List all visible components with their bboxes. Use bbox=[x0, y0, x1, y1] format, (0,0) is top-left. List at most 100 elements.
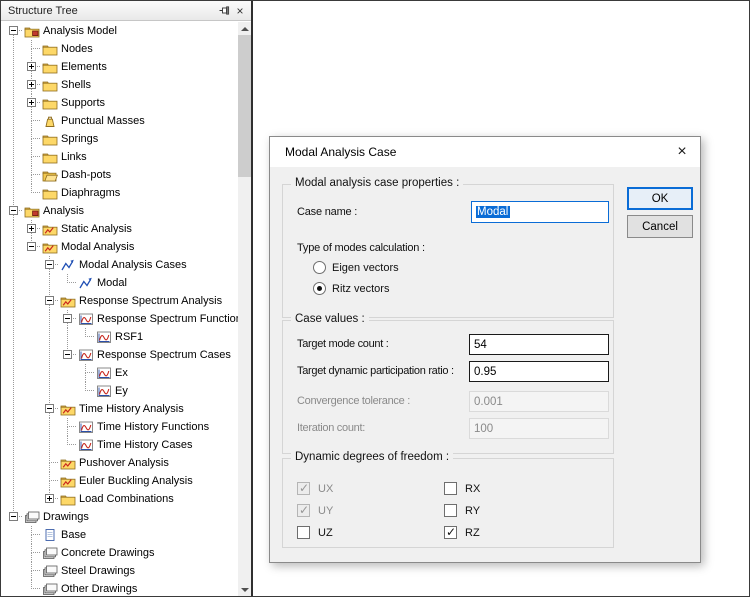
tree-item-label[interactable]: Nodes bbox=[59, 40, 96, 58]
tree-item-label[interactable]: Response Spectrum Analysis bbox=[77, 292, 225, 310]
tree-item-analysis[interactable]: Analysis bbox=[1, 202, 238, 220]
checkbox-ry[interactable]: RY bbox=[444, 504, 480, 517]
tree-item-other-drawings[interactable]: Other Drawings bbox=[1, 580, 238, 596]
tree-item-ey[interactable]: Ey bbox=[1, 382, 238, 400]
tree-item-load-combinations[interactable]: Load Combinations bbox=[1, 490, 238, 508]
tree-item-punctual-masses[interactable]: Punctual Masses bbox=[1, 112, 238, 130]
tree-item-label[interactable]: Dash-pots bbox=[59, 166, 114, 184]
dialog-close-button[interactable]: × bbox=[664, 137, 700, 167]
tree-item-time-history-cases[interactable]: Time History Cases bbox=[1, 436, 238, 454]
tree-expander-plus[interactable] bbox=[23, 76, 41, 94]
pin-icon[interactable] bbox=[216, 3, 232, 18]
tree-item-label[interactable]: Diaphragms bbox=[59, 184, 123, 202]
tree-item-label[interactable]: Steel Drawings bbox=[59, 562, 138, 580]
tree-item-label[interactable]: Elements bbox=[59, 58, 110, 76]
input-target-mode-count[interactable]: 54 bbox=[469, 334, 609, 355]
tree-expander-minus[interactable] bbox=[5, 202, 23, 220]
radio-eigen-vectors[interactable]: Eigen vectors bbox=[313, 261, 399, 274]
tree-item-supports[interactable]: Supports bbox=[1, 94, 238, 112]
checkbox-box[interactable] bbox=[444, 482, 457, 495]
tree-item-rsf1[interactable]: RSF1 bbox=[1, 328, 238, 346]
tree-item-springs[interactable]: Springs bbox=[1, 130, 238, 148]
tree-item-label[interactable]: Time History Functions bbox=[95, 418, 212, 436]
tree-item-analysis-model[interactable]: Analysis Model bbox=[1, 22, 238, 40]
input-target-dynamic-participation-ratio[interactable]: 0.95 bbox=[469, 361, 609, 382]
dialog-titlebar[interactable]: Modal Analysis Case × bbox=[270, 137, 700, 167]
tree-item-drawings[interactable]: Drawings bbox=[1, 508, 238, 526]
tree-expander-plus[interactable] bbox=[23, 58, 41, 76]
tree-item-links[interactable]: Links bbox=[1, 148, 238, 166]
tree-item-label[interactable]: Drawings bbox=[41, 508, 92, 526]
tree-scrollbar[interactable] bbox=[238, 22, 251, 596]
tree-item-euler-buckling-analysis[interactable]: Euler Buckling Analysis bbox=[1, 472, 238, 490]
tree-item-modal-analysis[interactable]: Modal Analysis bbox=[1, 238, 238, 256]
tree-item-label[interactable]: Links bbox=[59, 148, 90, 166]
tree-expander-minus[interactable] bbox=[5, 508, 23, 526]
tree-item-label[interactable]: Response Spectrum Functions bbox=[95, 310, 238, 328]
tree-expander-minus[interactable] bbox=[59, 310, 77, 328]
tree-item-label[interactable]: Ex bbox=[113, 364, 131, 382]
tree-item-label[interactable]: Concrete Drawings bbox=[59, 544, 158, 562]
panel-close-button[interactable]: × bbox=[232, 3, 248, 18]
checkbox-rz[interactable]: RZ bbox=[444, 526, 480, 539]
tree-expander-plus[interactable] bbox=[41, 490, 59, 508]
tree-item-diaphragms[interactable]: Diaphragms bbox=[1, 184, 238, 202]
tree-expander-plus[interactable] bbox=[23, 94, 41, 112]
scrollbar-thumb[interactable] bbox=[238, 35, 251, 177]
checkbox-box[interactable] bbox=[297, 526, 310, 539]
tree-item-response-spectrum-analysis[interactable]: Response Spectrum Analysis bbox=[1, 292, 238, 310]
tree-item-label[interactable]: Load Combinations bbox=[77, 490, 177, 508]
tree-item-label[interactable]: Analysis Model bbox=[41, 22, 120, 40]
ok-button[interactable]: OK bbox=[627, 187, 693, 210]
tree-item-modal-analysis-cases[interactable]: Modal Analysis Cases bbox=[1, 256, 238, 274]
tree-item-elements[interactable]: Elements bbox=[1, 58, 238, 76]
tree-item-ex[interactable]: Ex bbox=[1, 364, 238, 382]
cancel-button[interactable]: Cancel bbox=[627, 215, 693, 238]
case-name-input[interactable]: Modal bbox=[471, 201, 609, 223]
tree-item-label[interactable]: Response Spectrum Cases bbox=[95, 346, 234, 364]
tree-item-label[interactable]: Supports bbox=[59, 94, 108, 112]
tree-expander-minus[interactable] bbox=[41, 292, 59, 310]
tree-expander-plus[interactable] bbox=[23, 220, 41, 238]
tree-item-label[interactable]: Other Drawings bbox=[59, 580, 140, 596]
tree-item-time-history-functions[interactable]: Time History Functions bbox=[1, 418, 238, 436]
tree-expander-minus[interactable] bbox=[5, 22, 23, 40]
checkbox-rx[interactable]: RX bbox=[444, 482, 480, 495]
tree-item-base[interactable]: Base bbox=[1, 526, 238, 544]
tree-item-label[interactable]: Modal Analysis Cases bbox=[77, 256, 190, 274]
radio-ritz-vectors[interactable]: Ritz vectors bbox=[313, 282, 389, 295]
tree-item-label[interactable]: Modal Analysis bbox=[59, 238, 137, 256]
scroll-down-button[interactable] bbox=[238, 583, 251, 596]
tree-item-label[interactable]: Pushover Analysis bbox=[77, 454, 172, 472]
tree-item-label[interactable]: Time History Cases bbox=[95, 436, 196, 454]
tree-item-label[interactable]: Analysis bbox=[41, 202, 87, 220]
tree-item-modal[interactable]: Modal bbox=[1, 274, 238, 292]
tree-item-label[interactable]: Time History Analysis bbox=[77, 400, 187, 418]
tree-item-label[interactable]: RSF1 bbox=[113, 328, 146, 346]
tree-expander-minus[interactable] bbox=[23, 238, 41, 256]
tree-item-response-spectrum-functions[interactable]: Response Spectrum Functions bbox=[1, 310, 238, 328]
tree-item-label[interactable]: Base bbox=[59, 526, 89, 544]
tree-item-label[interactable]: Static Analysis bbox=[59, 220, 135, 238]
tree-item-label[interactable]: Shells bbox=[59, 76, 94, 94]
checkbox-uz[interactable]: UZ bbox=[297, 526, 333, 539]
checkbox-box[interactable] bbox=[444, 504, 457, 517]
tree-item-pushover-analysis[interactable]: Pushover Analysis bbox=[1, 454, 238, 472]
tree-item-dash-pots[interactable]: Dash-pots bbox=[1, 166, 238, 184]
tree-item-static-analysis[interactable]: Static Analysis bbox=[1, 220, 238, 238]
checkbox-box[interactable] bbox=[444, 526, 457, 539]
tree-item-label[interactable]: Springs bbox=[59, 130, 101, 148]
tree-item-label[interactable]: Euler Buckling Analysis bbox=[77, 472, 196, 490]
tree-item-steel-drawings[interactable]: Steel Drawings bbox=[1, 562, 238, 580]
tree-item-label[interactable]: Punctual Masses bbox=[59, 112, 148, 130]
tree-item-concrete-drawings[interactable]: Concrete Drawings bbox=[1, 544, 238, 562]
tree-item-label[interactable]: Modal bbox=[95, 274, 130, 292]
scroll-up-button[interactable] bbox=[238, 22, 251, 35]
tree-expander-minus[interactable] bbox=[41, 256, 59, 274]
tree-item-response-spectrum-cases[interactable]: Response Spectrum Cases bbox=[1, 346, 238, 364]
tree-item-nodes[interactable]: Nodes bbox=[1, 40, 238, 58]
tree-item-shells[interactable]: Shells bbox=[1, 76, 238, 94]
tree-item-time-history-analysis[interactable]: Time History Analysis bbox=[1, 400, 238, 418]
tree-expander-minus[interactable] bbox=[59, 346, 77, 364]
tree-item-label[interactable]: Ey bbox=[113, 382, 131, 400]
